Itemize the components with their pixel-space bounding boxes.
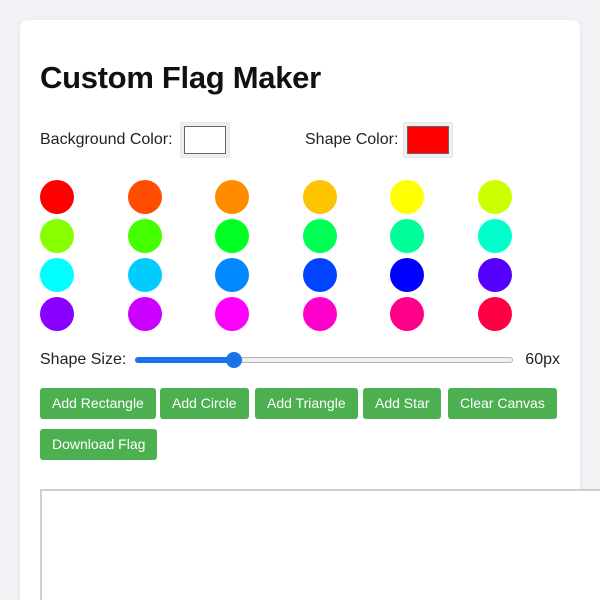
shape-size-value: 60px	[525, 351, 560, 368]
slider-thumb[interactable]	[226, 352, 243, 368]
background-color-picker[interactable]	[180, 122, 230, 158]
palette-color-swatch[interactable]	[215, 258, 249, 292]
flag-canvas[interactable]	[40, 489, 600, 600]
palette-color-swatch[interactable]	[215, 180, 249, 214]
palette-color-swatch[interactable]	[390, 180, 424, 214]
palette-color-swatch[interactable]	[390, 258, 424, 292]
palette-color-swatch[interactable]	[40, 258, 74, 292]
palette-color-swatch[interactable]	[128, 297, 162, 331]
palette-color-swatch[interactable]	[478, 297, 512, 331]
page-title: Custom Flag Maker	[40, 60, 321, 95]
shape-color-swatch	[407, 126, 449, 154]
color-palette	[40, 180, 560, 332]
palette-color-swatch[interactable]	[390, 219, 424, 253]
palette-color-swatch[interactable]	[128, 219, 162, 253]
palette-color-swatch[interactable]	[390, 297, 424, 331]
palette-color-swatch[interactable]	[215, 219, 249, 253]
add-triangle-button[interactable]: Add Triangle	[255, 388, 358, 419]
shape-size-slider[interactable]	[135, 352, 513, 368]
shape-color-label: Shape Color:	[305, 131, 399, 148]
add-rectangle-button[interactable]: Add Rectangle	[40, 388, 156, 419]
add-star-button[interactable]: Add Star	[363, 388, 442, 419]
color-pickers-row: Background Color: Shape Color:	[40, 122, 560, 158]
palette-color-swatch[interactable]	[40, 297, 74, 331]
palette-color-swatch[interactable]	[303, 258, 337, 292]
shape-size-label: Shape Size:	[40, 351, 127, 368]
palette-color-swatch[interactable]	[303, 180, 337, 214]
palette-color-swatch[interactable]	[478, 219, 512, 253]
shape-color-picker[interactable]	[403, 122, 453, 158]
add-circle-button[interactable]: Add Circle	[160, 388, 249, 419]
palette-color-swatch[interactable]	[478, 258, 512, 292]
download-flag-button[interactable]: Download Flag	[40, 429, 158, 460]
palette-color-swatch[interactable]	[128, 180, 162, 214]
slider-fill	[135, 357, 235, 363]
palette-color-swatch[interactable]	[128, 258, 162, 292]
background-color-swatch	[184, 126, 226, 154]
shape-size-row: Shape Size: 60px	[40, 348, 560, 372]
palette-color-swatch[interactable]	[303, 219, 337, 253]
palette-color-swatch[interactable]	[40, 219, 74, 253]
palette-color-swatch[interactable]	[303, 297, 337, 331]
background-color-label: Background Color:	[40, 131, 173, 148]
palette-color-swatch[interactable]	[215, 297, 249, 331]
clear-canvas-button[interactable]: Clear Canvas	[448, 388, 557, 419]
palette-color-swatch[interactable]	[40, 180, 74, 214]
palette-color-swatch[interactable]	[478, 180, 512, 214]
